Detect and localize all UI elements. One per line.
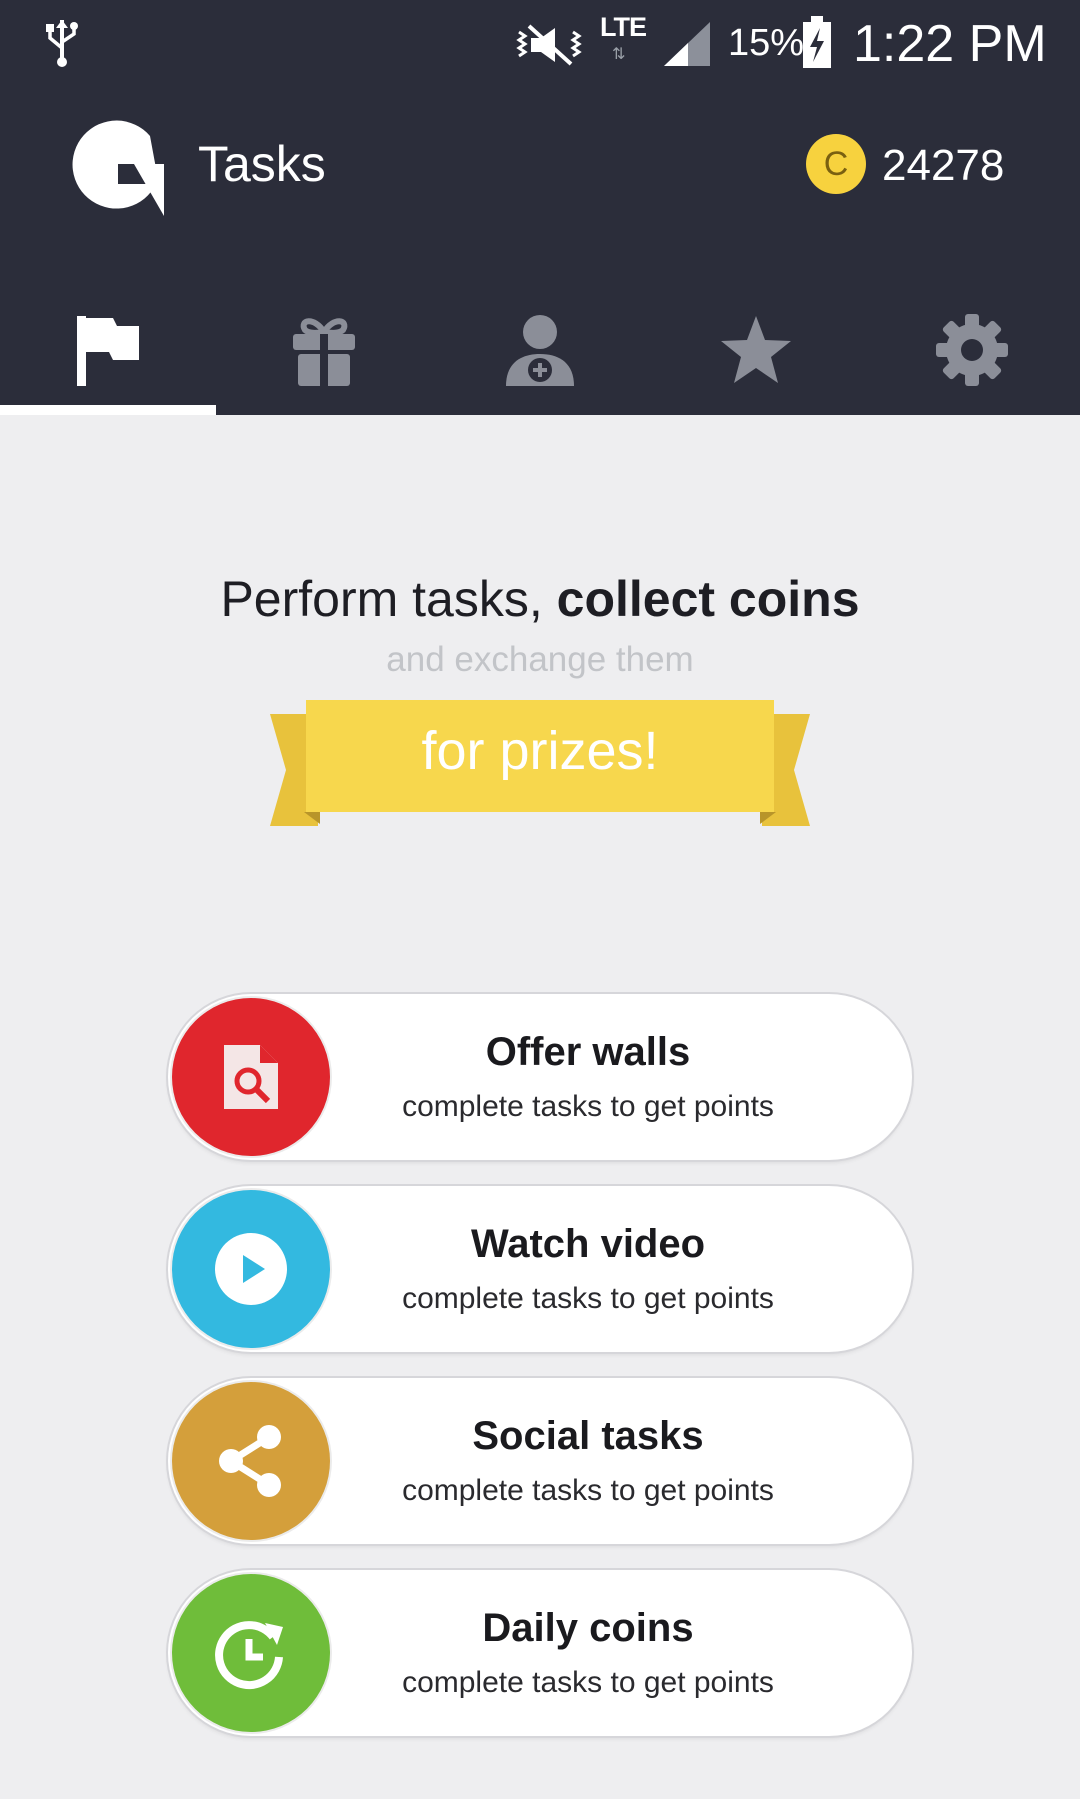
status-bar: LTE ⇅ 15% 1:22 PM bbox=[0, 0, 1080, 90]
tab-tasks[interactable] bbox=[0, 285, 216, 415]
add-person-icon bbox=[506, 315, 574, 386]
tab-bar bbox=[0, 285, 1080, 415]
gift-icon bbox=[293, 318, 355, 386]
headline-bold-text: collect coins bbox=[556, 571, 860, 627]
social-tasks-button[interactable]: Social tasks complete tasks to get point… bbox=[168, 1378, 912, 1544]
task-subtitle: complete tasks to get points bbox=[402, 1666, 774, 1699]
signal-icon bbox=[664, 22, 710, 66]
tab-settings[interactable] bbox=[864, 285, 1080, 415]
flag-icon bbox=[77, 316, 139, 386]
ribbon-text: for prizes! bbox=[421, 721, 659, 781]
play-icon bbox=[215, 1233, 287, 1305]
task-subtitle: complete tasks to get points bbox=[402, 1282, 774, 1315]
offer-walls-button[interactable]: Offer walls complete tasks to get points bbox=[168, 994, 912, 1160]
offer-walls-badge bbox=[172, 998, 330, 1156]
usb-icon bbox=[46, 20, 78, 67]
tab-favorites[interactable] bbox=[648, 285, 864, 415]
vibrate-mute-icon bbox=[516, 24, 582, 66]
subheadline: and exchange them bbox=[386, 640, 694, 679]
headline-text: Perform tasks, bbox=[220, 571, 557, 627]
clock: 1:22 PM bbox=[853, 15, 1047, 73]
tab-invite[interactable] bbox=[432, 285, 648, 415]
task-subtitle: complete tasks to get points bbox=[402, 1474, 774, 1507]
task-subtitle: complete tasks to get points bbox=[402, 1090, 774, 1123]
star-icon bbox=[721, 316, 791, 383]
battery-charging-icon bbox=[803, 16, 831, 68]
clock-refresh-icon bbox=[215, 1621, 283, 1690]
prize-ribbon: for prizes! bbox=[268, 698, 812, 828]
headline: Perform tasks, collect coins bbox=[0, 570, 1080, 628]
selected-tab-indicator bbox=[0, 405, 216, 415]
task-title: Offer walls bbox=[485, 1030, 691, 1074]
gear-icon bbox=[936, 314, 1008, 386]
share-icon bbox=[219, 1425, 281, 1497]
watch-video-button[interactable]: Watch video complete tasks to get points bbox=[168, 1186, 912, 1352]
battery-percent: 15% bbox=[728, 22, 805, 64]
daily-coins-badge bbox=[172, 1574, 330, 1732]
task-title: Daily coins bbox=[482, 1606, 694, 1650]
page-title: Tasks bbox=[198, 136, 326, 192]
network-type: LTE bbox=[600, 12, 647, 42]
watch-video-badge bbox=[172, 1190, 330, 1348]
daily-coins-button[interactable]: Daily coins complete tasks to get points bbox=[168, 1570, 912, 1736]
document-search-icon bbox=[224, 1045, 278, 1109]
task-title: Social tasks bbox=[472, 1414, 704, 1458]
tab-prizes[interactable] bbox=[216, 285, 432, 415]
app-bar: Tasks C 24278 bbox=[0, 90, 1080, 415]
coin-icon: C bbox=[806, 134, 866, 194]
app-logo bbox=[72, 120, 164, 216]
task-title: Watch video bbox=[470, 1222, 706, 1266]
social-tasks-badge bbox=[172, 1382, 330, 1540]
data-activity-icon: ⇅ bbox=[612, 46, 626, 63]
coin-count: 24278 bbox=[882, 141, 1005, 190]
